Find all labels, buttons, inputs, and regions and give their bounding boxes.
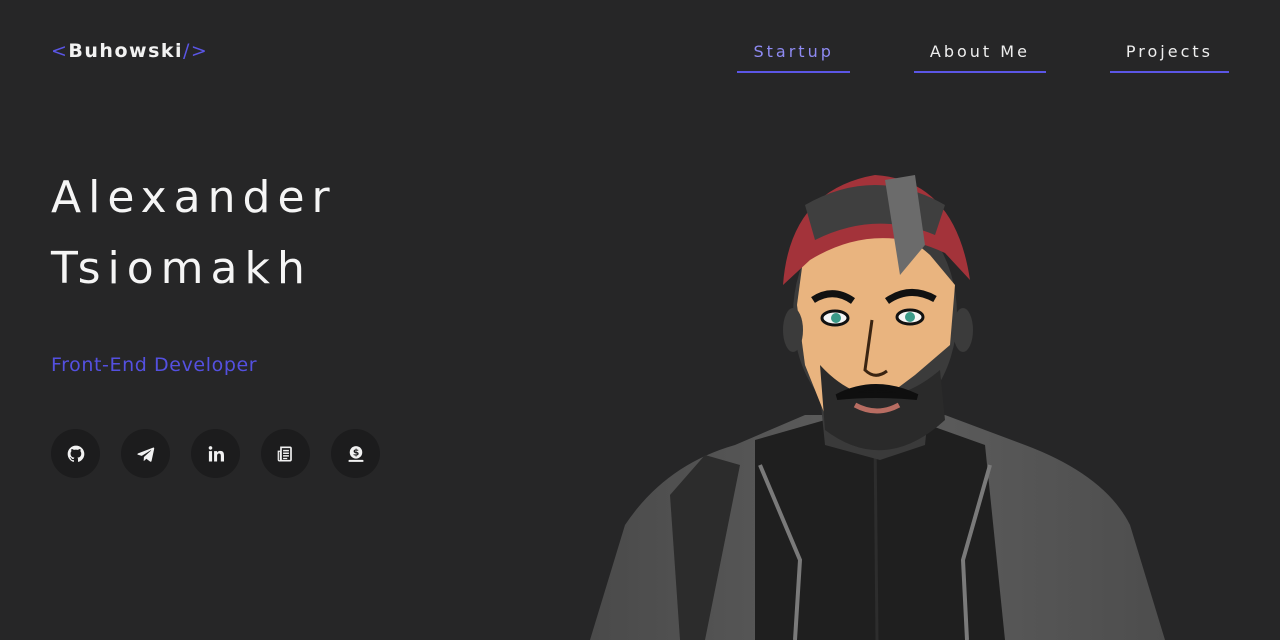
resume-icon (277, 446, 292, 461)
svg-text:$: $ (352, 447, 358, 458)
telegram-icon (136, 447, 154, 462)
main-nav: Startup About Me Projects (737, 40, 1229, 73)
donate-button[interactable]: $ (331, 429, 380, 478)
donate-icon: $ (348, 445, 363, 462)
telegram-button[interactable] (121, 429, 170, 478)
nav-item-startup[interactable]: Startup (737, 40, 850, 73)
nav-item-about-me[interactable]: About Me (913, 40, 1046, 73)
social-links: $ (51, 429, 380, 478)
logo-name: Buhowski (68, 40, 184, 62)
hero-last-name: Tsiomakh (51, 243, 312, 294)
portrait-image (590, 175, 1165, 640)
logo-link[interactable]: <Buhowski/> (51, 40, 208, 62)
hero-role: Front-End Developer (51, 354, 258, 376)
github-button[interactable] (51, 429, 100, 478)
nav-item-projects[interactable]: Projects (1109, 40, 1229, 73)
github-icon (67, 445, 84, 462)
page: <Buhowski/> Startup About Me Projects Al… (0, 0, 1280, 640)
resume-button[interactable] (261, 429, 310, 478)
logo-open-bracket: < (51, 40, 69, 62)
logo-close-bracket: /> (183, 40, 209, 62)
linkedin-icon (208, 445, 224, 461)
hero-first-name: Alexander (51, 172, 337, 223)
linkedin-button[interactable] (191, 429, 240, 478)
